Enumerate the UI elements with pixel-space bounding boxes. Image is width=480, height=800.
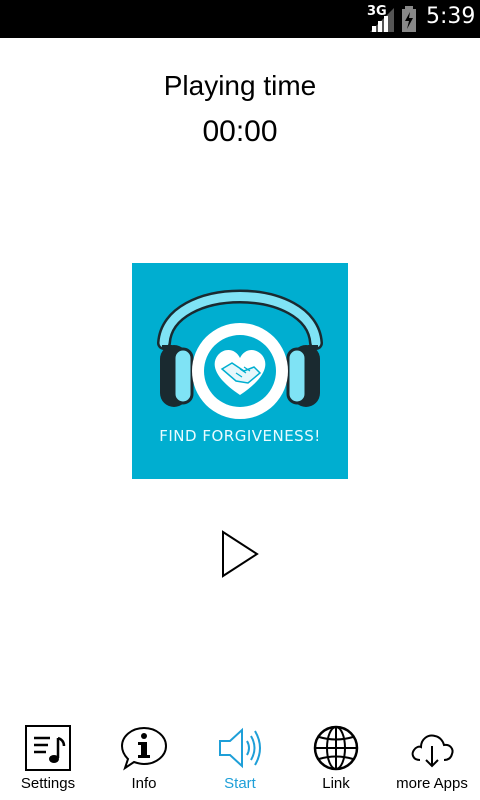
battery-charging-icon <box>402 6 416 32</box>
nav-label-start: Start <box>224 775 256 792</box>
status-clock: 5:39 <box>426 4 476 29</box>
nav-label-link: Link <box>322 775 350 792</box>
nav-label-settings: Settings <box>20 775 76 792</box>
nav-start[interactable]: Start <box>192 718 288 800</box>
album-cover: FIND FORGIVENESS! <box>132 263 348 479</box>
cover-caption: FIND FORGIVENESS! <box>159 427 321 445</box>
network-type: 3G <box>367 4 387 19</box>
elapsed-time: 00:00 <box>202 115 278 148</box>
nav-info[interactable]: Info <box>96 718 192 800</box>
nav-settings[interactable]: Settings <box>0 718 96 800</box>
nav-label-more-apps: more Apps <box>396 775 468 792</box>
globe-icon <box>313 725 359 771</box>
status-bar: 3G 5:39 <box>0 0 480 38</box>
speaker-icon <box>219 727 261 769</box>
nav-link[interactable]: Link <box>288 718 384 800</box>
nav-more-apps[interactable]: more Apps <box>384 718 480 800</box>
bottom-navigation: Settings Info Start Link more Apps <box>0 718 480 800</box>
play-button[interactable] <box>215 528 265 580</box>
cloud-download-icon <box>411 734 454 768</box>
headphones-heart-icon <box>157 289 323 419</box>
playing-time-label: Playing time <box>163 70 317 101</box>
info-bubble-icon <box>120 726 168 771</box>
settings-music-icon <box>25 725 71 771</box>
nav-label-info: Info <box>131 775 157 792</box>
